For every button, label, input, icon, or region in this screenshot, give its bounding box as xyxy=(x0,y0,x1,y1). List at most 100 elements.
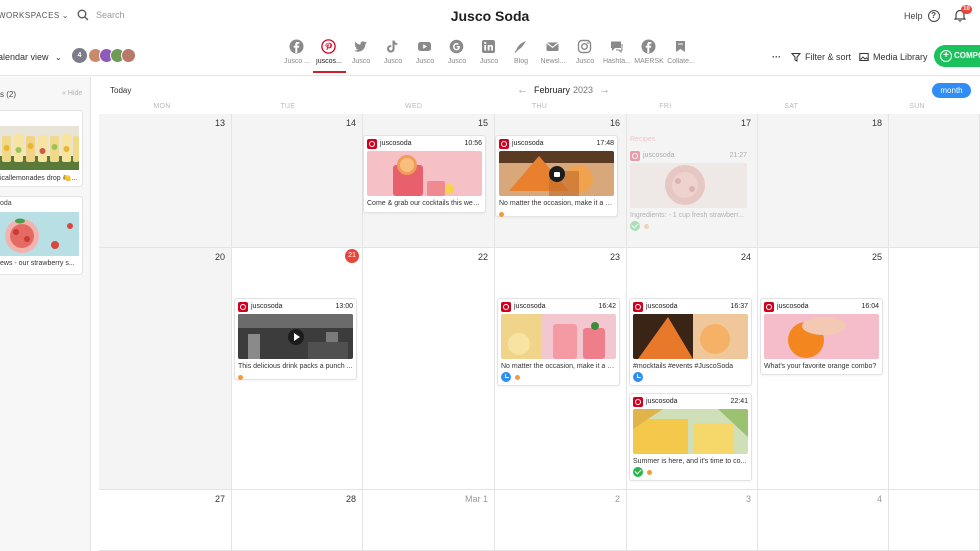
post-caption: #mocktails #events #JuscoSoda xyxy=(633,363,733,370)
day-cell[interactable]: 28 xyxy=(232,490,363,551)
draft-card[interactable]: icallemonades drop 🍋... xyxy=(0,110,83,187)
channel-tab[interactable]: Jusco xyxy=(409,38,441,78)
post-account: juscosoda xyxy=(512,140,544,147)
channel-tab[interactable]: Jusco xyxy=(345,38,377,78)
post-caption: This delicious drink packs a punch ... xyxy=(238,363,353,370)
channel-tab[interactable]: Newsl... xyxy=(537,38,569,78)
day-cell[interactable] xyxy=(889,114,980,248)
channel-label: Jusco xyxy=(575,58,595,65)
draft-image xyxy=(0,126,79,170)
pinterest-icon xyxy=(633,301,643,312)
post-status xyxy=(630,467,751,479)
day-cell[interactable]: Mar 1 xyxy=(363,490,495,551)
day-cell[interactable] xyxy=(889,490,980,551)
day-number: 22 xyxy=(477,252,488,262)
post-header: juscosoda 16:42 xyxy=(498,299,619,314)
channel-tab[interactable]: Jusco ... xyxy=(281,38,313,78)
channel-label: Jusco xyxy=(383,58,403,65)
pinterest-icon xyxy=(499,138,509,149)
post-time: 22:41 xyxy=(730,398,748,405)
post-account: juscosoda xyxy=(646,303,678,310)
post-card[interactable]: juscosoda 22:41 Summer is here, and it's… xyxy=(629,393,752,481)
weekday-label: SAT xyxy=(784,103,799,110)
more-options-icon[interactable]: ··· xyxy=(772,52,781,62)
instagram-icon xyxy=(577,39,592,54)
post-status xyxy=(496,209,617,221)
play-icon[interactable] xyxy=(287,328,304,345)
image-icon xyxy=(859,53,869,61)
post-caption: Summer is here, and it's time to co... xyxy=(633,458,747,465)
linkedin-icon xyxy=(482,40,495,53)
calendar-view-dropdown[interactable]: alendar view ⌄ xyxy=(0,52,62,62)
channel-label: Jusco xyxy=(351,58,371,65)
channel-label: Blog xyxy=(513,58,528,65)
post-status xyxy=(498,372,619,384)
post-card-faded[interactable]: Recipes juscosoda 21:27 Ingredients: - 1… xyxy=(627,136,750,233)
workspaces-menu[interactable]: WORKSPACES ⌄ xyxy=(0,11,69,20)
channel-label: Hashta... xyxy=(602,58,631,65)
filter-sort-button[interactable]: Filter & sort xyxy=(791,52,851,62)
day-cell[interactable]: 20 xyxy=(99,248,232,490)
filter-icon xyxy=(791,53,801,62)
draft-card[interactable]: oda ews - our strawberry s... xyxy=(0,196,83,275)
post-card[interactable]: juscosoda 13:00 This delicious drink pac… xyxy=(234,298,357,380)
channel-tab[interactable]: Hashta... xyxy=(601,38,633,78)
channel-tab[interactable]: Jusco xyxy=(377,38,409,78)
search-box[interactable]: Search xyxy=(77,9,125,21)
panel-header: s (2) xyxy=(0,90,16,99)
day-number: 14 xyxy=(345,118,356,128)
channel-tab[interactable]: Jusco xyxy=(473,38,505,78)
day-cell[interactable]: 2 xyxy=(495,490,627,551)
day-number: 2 xyxy=(614,494,620,504)
post-card[interactable]: juscosoda 16:42 No matter the occasion, … xyxy=(497,298,620,386)
post-card[interactable]: juscosoda 16:04 What's your favorite ora… xyxy=(760,298,883,375)
help-button[interactable]: Help ? xyxy=(904,10,940,22)
month-view-button[interactable]: month xyxy=(932,83,971,98)
media-library-label: Media Library xyxy=(873,52,928,62)
chevron-down-icon: ⌄ xyxy=(61,11,69,20)
day-cell[interactable]: 4 xyxy=(758,490,889,551)
day-cell[interactable]: 3 xyxy=(627,490,758,551)
day-number: 13 xyxy=(214,118,225,128)
channel-tab[interactable]: Jusco xyxy=(569,38,601,78)
calendar-view-label: alendar view xyxy=(0,52,49,62)
today-button[interactable]: Today xyxy=(110,86,131,95)
day-cell[interactable]: 13 xyxy=(99,114,232,248)
team-avatars[interactable]: 4 xyxy=(72,48,136,63)
double-chevron-left-icon: « xyxy=(62,90,66,97)
channel-tab[interactable]: MAERSK xyxy=(633,38,665,78)
post-time: 16:37 xyxy=(730,303,748,310)
day-cell[interactable]: 14 xyxy=(232,114,363,248)
post-header: juscosoda 21:27 xyxy=(627,148,750,163)
day-cell[interactable]: 22 xyxy=(363,248,495,490)
post-card[interactable]: juscosoda 17:48 No matter the occasion, … xyxy=(495,135,618,217)
plus-icon: + xyxy=(940,50,952,62)
hide-panel-button[interactable]: « Hide xyxy=(62,90,82,97)
compose-button[interactable]: + COMPO xyxy=(934,45,980,67)
filter-sort-label: Filter & sort xyxy=(805,52,852,62)
chat-icon xyxy=(611,41,623,54)
draft-image xyxy=(0,212,79,256)
channel-tab[interactable]: Blog xyxy=(505,38,537,78)
day-cell[interactable] xyxy=(889,248,980,490)
post-time: 13:00 xyxy=(335,303,353,310)
media-library-button[interactable]: Media Library xyxy=(859,52,928,62)
post-card[interactable]: juscosoda 16:37 #mocktails #events #Jusc… xyxy=(629,298,752,386)
post-account: juscosoda xyxy=(643,152,675,159)
pinterest-icon xyxy=(633,396,643,407)
check-icon xyxy=(633,467,643,477)
today-day-number: 21 xyxy=(345,249,359,263)
post-card[interactable]: juscosoda 10:56 Come & grab our cocktail… xyxy=(363,135,486,213)
day-cell[interactable]: 18 xyxy=(758,114,889,248)
search-placeholder: Search xyxy=(96,10,125,20)
day-number: 16 xyxy=(609,118,620,128)
day-cell[interactable]: 27 xyxy=(99,490,232,551)
channel-tab[interactable]: Collate... xyxy=(665,38,697,78)
next-month-icon[interactable]: → xyxy=(599,84,610,96)
facebook-icon xyxy=(641,39,656,54)
channel-tab[interactable]: Jusco xyxy=(441,38,473,78)
channel-label: Jusco xyxy=(447,58,467,65)
weekday-label: WED xyxy=(405,103,423,110)
post-caption: Ingredients: - 1 cup fresh strawberr... xyxy=(630,212,744,219)
prev-month-icon[interactable]: ← xyxy=(517,84,528,96)
